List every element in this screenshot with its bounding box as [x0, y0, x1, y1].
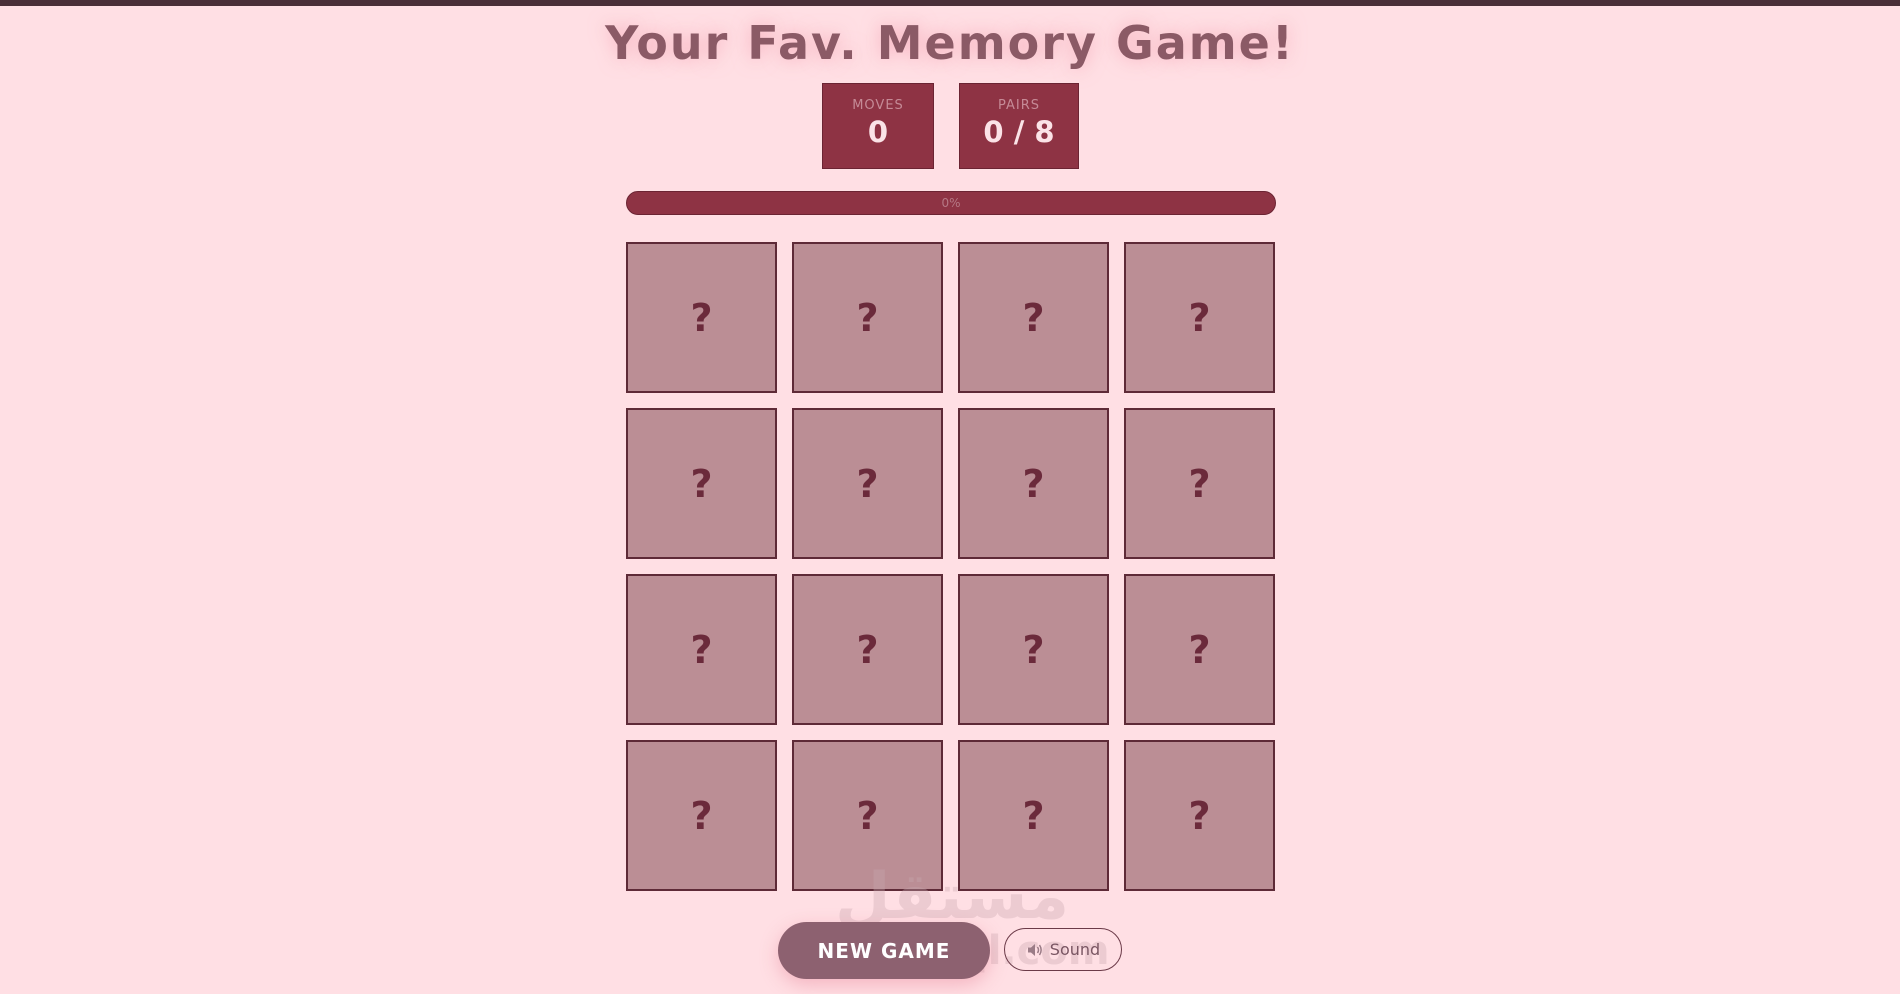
memory-card[interactable]: ?: [626, 408, 777, 559]
page-title: Your Fav. Memory Game!: [605, 16, 1295, 70]
pairs-label: PAIRS: [997, 98, 1041, 113]
speaker-icon: [1027, 943, 1042, 956]
card-question-mark: ?: [1188, 793, 1211, 838]
card-question-mark: ?: [690, 793, 713, 838]
card-question-mark: ?: [1022, 461, 1045, 506]
pairs-value: 0 / 8: [983, 115, 1055, 149]
card-question-mark: ?: [1022, 295, 1045, 340]
card-grid: ? ? ? ? ? ? ? ? ? ? ? ? ? ? ? ?: [626, 242, 1276, 891]
pairs-counter: PAIRS 0 / 8: [959, 83, 1079, 169]
memory-card[interactable]: ?: [626, 242, 777, 393]
card-question-mark: ?: [1188, 461, 1211, 506]
memory-card[interactable]: ?: [626, 740, 777, 891]
memory-card[interactable]: ?: [1124, 408, 1275, 559]
new-game-button[interactable]: NEW GAME: [778, 922, 990, 979]
memory-card[interactable]: ?: [792, 740, 943, 891]
memory-card[interactable]: ?: [1124, 242, 1275, 393]
memory-card[interactable]: ?: [958, 408, 1109, 559]
memory-card[interactable]: ?: [792, 242, 943, 393]
card-question-mark: ?: [1022, 793, 1045, 838]
card-question-mark: ?: [1022, 627, 1045, 672]
memory-card[interactable]: ?: [958, 242, 1109, 393]
moves-counter: MOVES 0: [822, 83, 934, 169]
memory-card[interactable]: ?: [958, 740, 1109, 891]
memory-card[interactable]: ?: [958, 574, 1109, 725]
memory-card[interactable]: ?: [792, 574, 943, 725]
moves-value: 0: [867, 115, 889, 149]
card-question-mark: ?: [856, 627, 879, 672]
card-question-mark: ?: [690, 461, 713, 506]
memory-card[interactable]: ?: [626, 574, 777, 725]
card-question-mark: ?: [690, 295, 713, 340]
moves-label: MOVES: [852, 98, 904, 113]
progress-text: 0%: [941, 196, 961, 210]
card-question-mark: ?: [690, 627, 713, 672]
sound-toggle-button[interactable]: Sound: [1004, 928, 1122, 971]
card-question-mark: ?: [1188, 627, 1211, 672]
card-question-mark: ?: [856, 461, 879, 506]
sound-label: Sound: [1049, 940, 1101, 959]
card-question-mark: ?: [856, 793, 879, 838]
card-question-mark: ?: [856, 295, 879, 340]
memory-card[interactable]: ?: [792, 408, 943, 559]
progress-bar: 0%: [626, 191, 1276, 215]
card-question-mark: ?: [1188, 295, 1211, 340]
memory-card[interactable]: ?: [1124, 574, 1275, 725]
top-bar: [0, 0, 1900, 6]
memory-card[interactable]: ?: [1124, 740, 1275, 891]
